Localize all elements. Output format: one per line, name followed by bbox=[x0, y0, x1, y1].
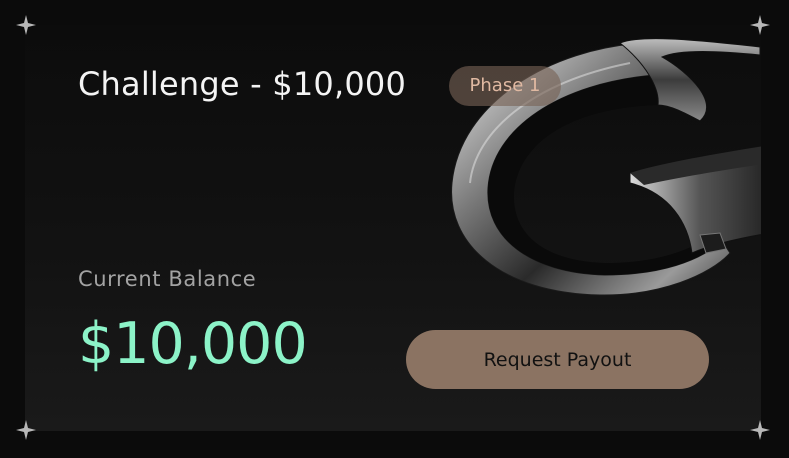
request-payout-button[interactable]: Request Payout bbox=[406, 330, 709, 389]
challenge-card: Challenge - $10,000 Phase 1 Current Bala… bbox=[25, 25, 761, 431]
sparkle-icon bbox=[16, 420, 36, 440]
current-balance-label: Current Balance bbox=[78, 267, 257, 291]
sparkle-icon bbox=[750, 15, 770, 35]
sparkle-icon bbox=[750, 420, 770, 440]
sparkle-icon bbox=[16, 15, 36, 35]
current-balance-value: $10,000 bbox=[78, 311, 308, 377]
challenge-title: Challenge - $10,000 bbox=[78, 65, 407, 103]
phase-badge: Phase 1 bbox=[449, 66, 561, 106]
